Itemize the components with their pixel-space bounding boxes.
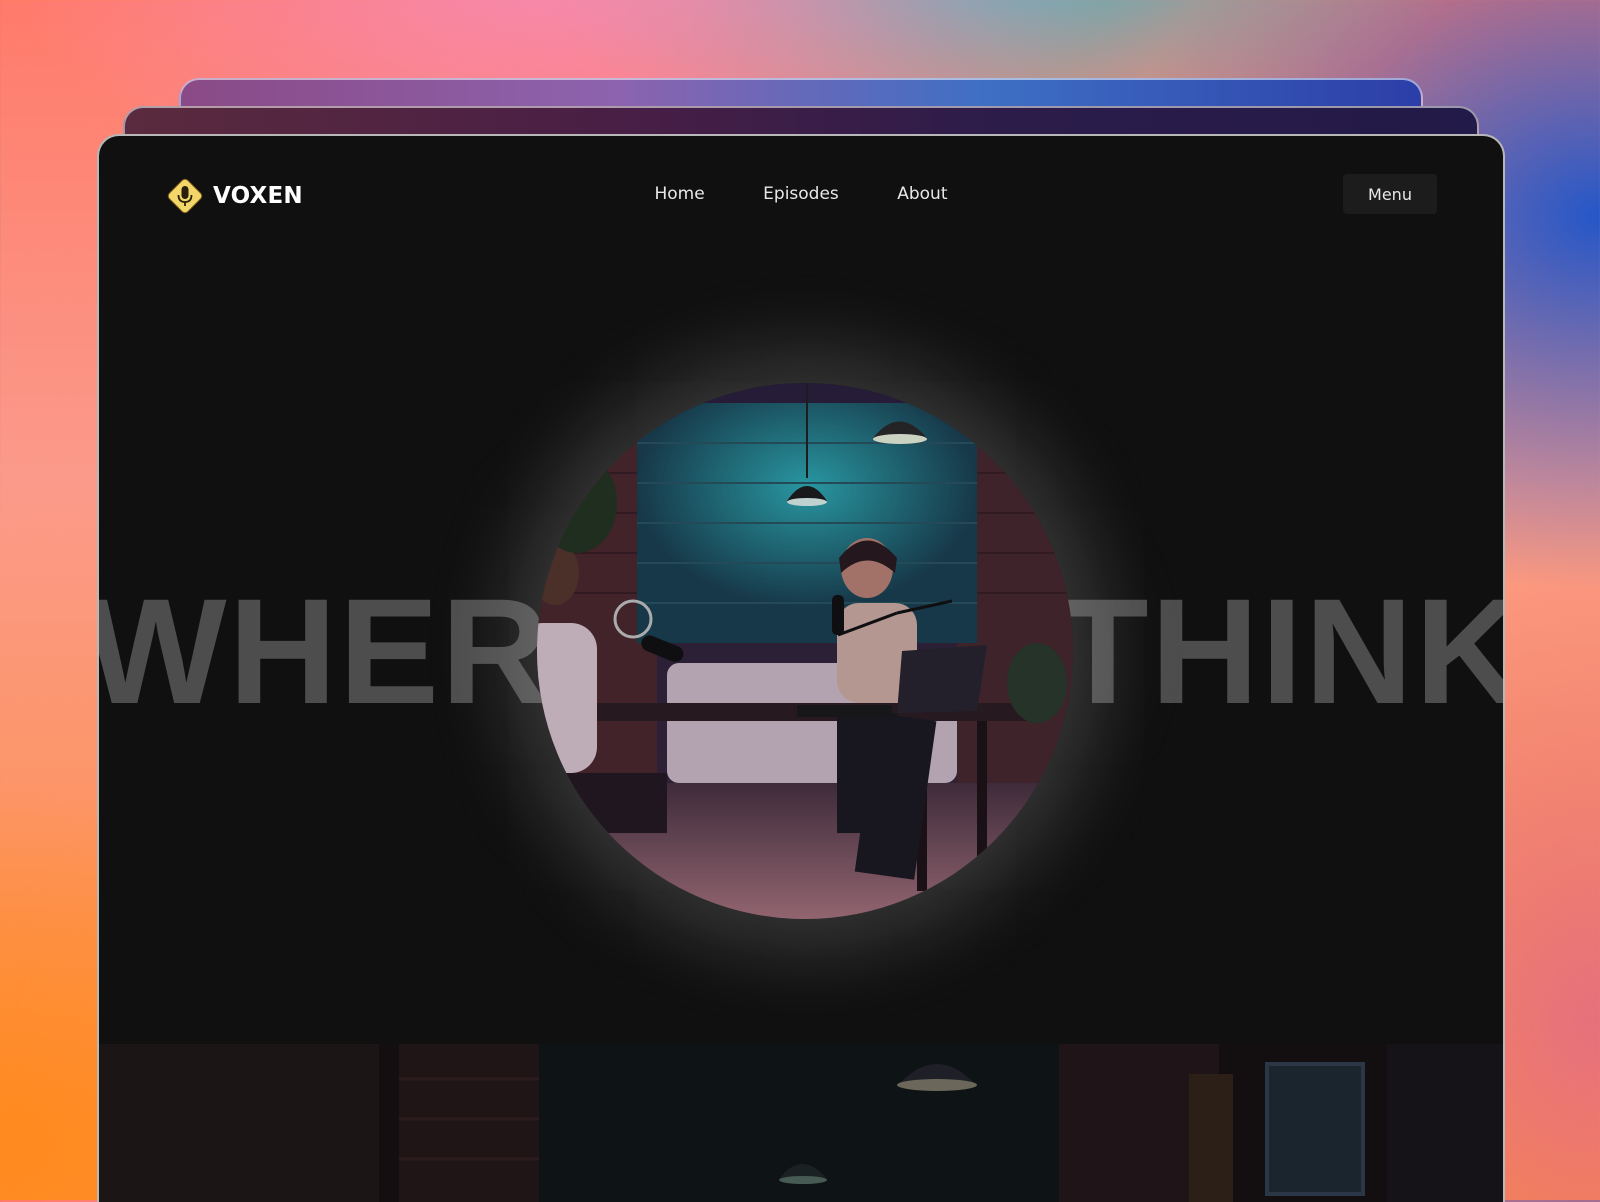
nav-links: Home Episodes About [99, 184, 1503, 204]
site-window: VOXEN Home Episodes About Menu WHERE THI… [97, 134, 1505, 1202]
background-photo-strip [99, 1044, 1503, 1202]
top-navigation: VOXEN Home Episodes About Menu [99, 136, 1503, 248]
menu-button[interactable]: Menu [1343, 174, 1437, 214]
nav-link-home[interactable]: Home [655, 184, 705, 204]
nav-link-about[interactable]: About [897, 184, 947, 204]
hero-podcast-photo [537, 383, 1073, 919]
hero-word-right: THINKE [1057, 567, 1503, 735]
nav-link-episodes[interactable]: Episodes [763, 184, 839, 204]
